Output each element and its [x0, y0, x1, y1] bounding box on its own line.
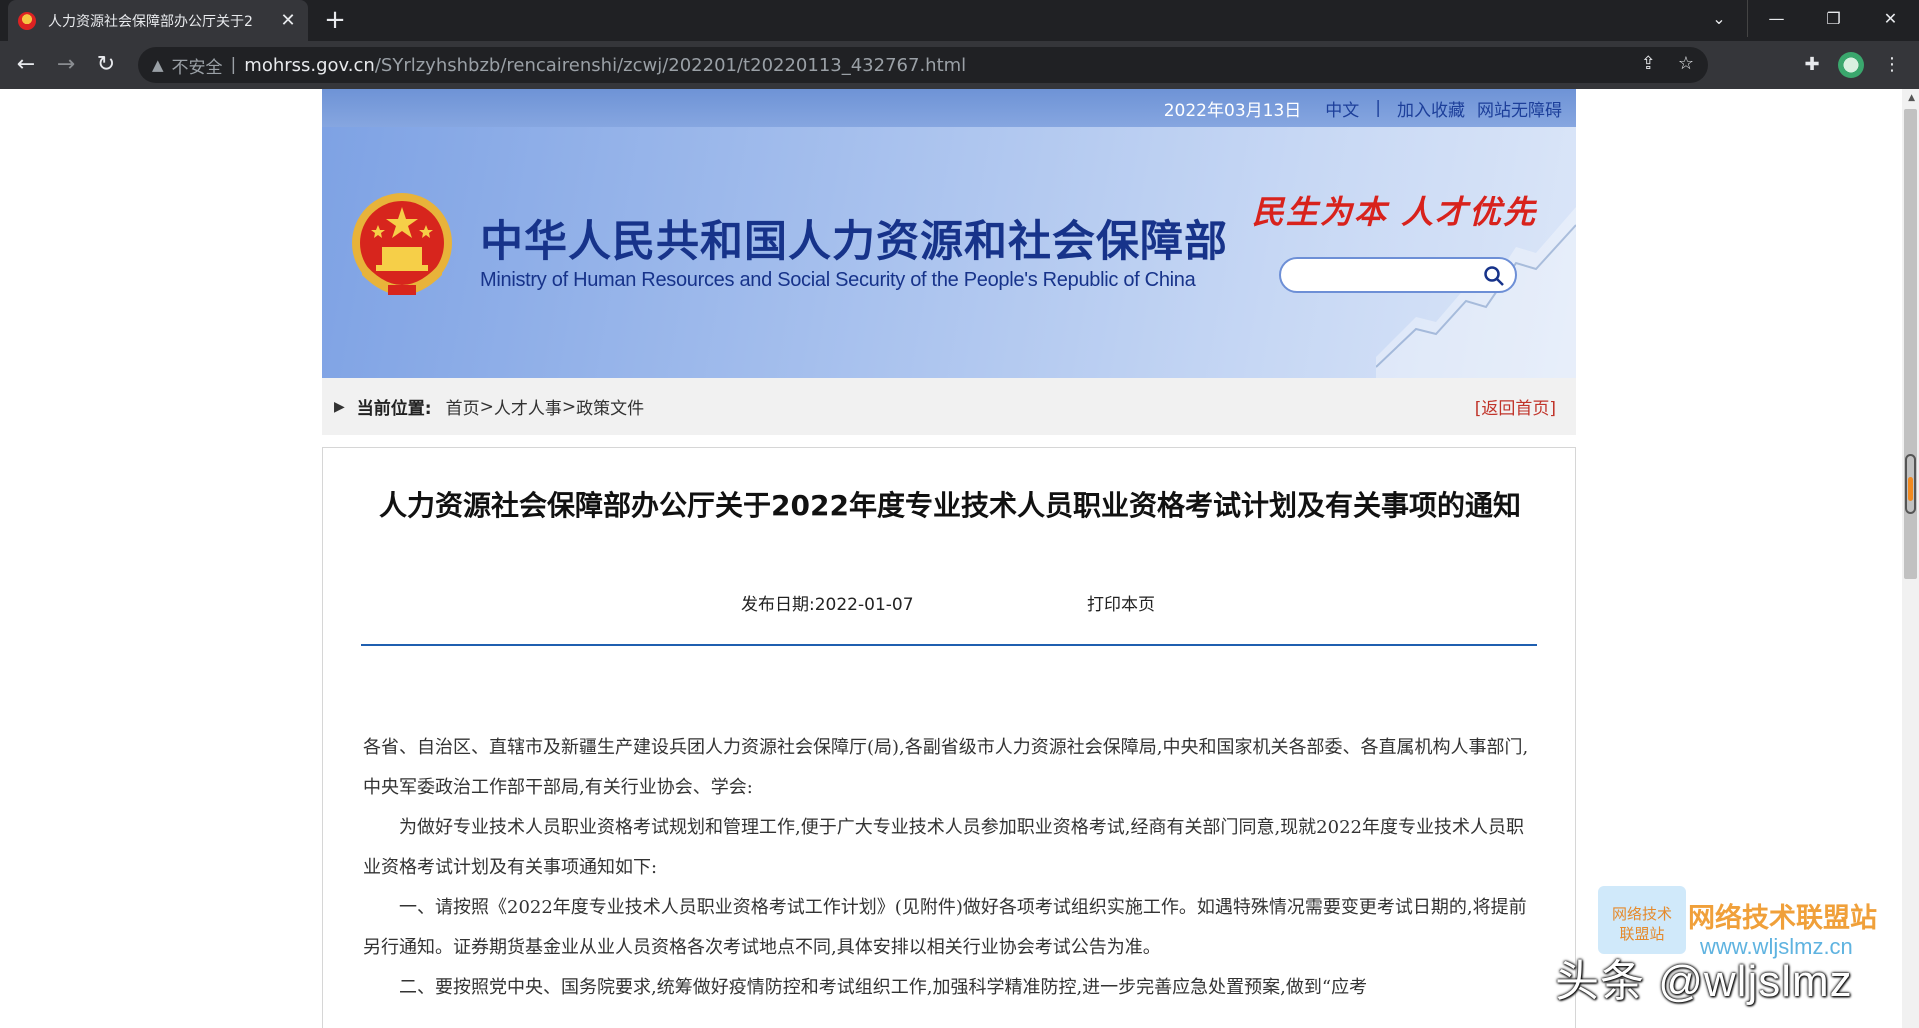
publish-date: 发布日期:2022-01-07 — [741, 595, 914, 615]
watermark-logo: 网络技术联盟站 — [1598, 886, 1686, 954]
header-date: 2022年03月13日 — [1163, 100, 1302, 121]
breadcrumb-sep: > — [479, 396, 494, 417]
minimize-button[interactable]: — — [1748, 0, 1805, 37]
watermark-handle: 头条 @wljslmz — [1555, 957, 1853, 1006]
header-top-bar: 2022年03月13日 中文 | 加入收藏 网站无障碍 — [322, 89, 1576, 127]
scroll-up-arrow-icon[interactable]: ▲ — [1908, 93, 1915, 103]
accessibility-link[interactable]: 网站无障碍 — [1477, 96, 1562, 121]
close-window-button[interactable]: ✕ — [1862, 0, 1919, 37]
add-favorite-link[interactable]: 加入收藏 — [1397, 96, 1465, 121]
site-banner: 中华人民共和国人力资源和社会保障部 Ministry of Human Reso… — [322, 127, 1576, 378]
warning-triangle-icon: ▲ — [152, 56, 164, 74]
breadcrumb-home[interactable]: 首页 — [446, 394, 480, 419]
url-host: mohrss.gov.cn — [244, 54, 375, 76]
browser-toolbar: ← → ↻ ▲ 不安全 | mohrss.gov.cn /SYrlzyhshbz… — [0, 41, 1919, 89]
restore-button[interactable]: ❐ — [1805, 0, 1862, 37]
article-title: 人力资源社会保障部办公厅关于2022年度专业技术人员职业资格考试计划及有关事项的… — [379, 489, 1521, 522]
back-home-link[interactable]: [返回首页] — [1475, 394, 1556, 419]
address-bar[interactable]: ▲ 不安全 | mohrss.gov.cn /SYrlzyhshbzb/renc… — [138, 47, 1708, 83]
bookmark-star-icon[interactable]: ☆ — [1678, 53, 1694, 74]
ministry-name-cn: 中华人民共和国人力资源和社会保障部 — [480, 217, 1228, 267]
article-body: 各省、自治区、直辖市及新疆生产建设兵团人力资源社会保障厅(局),各副省级市人力资… — [363, 728, 1533, 1008]
page-scrollbar[interactable]: ▲ — [1902, 89, 1919, 1028]
menu-dots-icon[interactable]: ⋮ — [1878, 51, 1906, 79]
browser-tab-bar: 人力资源社会保障部办公厅关于2 ✕ + ⌄ — ❐ ✕ — [0, 0, 1919, 41]
article-paragraph: 各省、自治区、直辖市及新疆生产建设兵团人力资源社会保障厅(局),各副省级市人力资… — [363, 737, 1529, 798]
close-tab-icon[interactable]: ✕ — [278, 10, 298, 31]
tab-title: 人力资源社会保障部办公厅关于2 — [48, 13, 253, 30]
article-panel: 人力资源社会保障部办公厅关于2022年度专业技术人员职业资格考试计划及有关事项的… — [322, 447, 1576, 1028]
header-separator: | — [1375, 98, 1381, 118]
article-paragraph: 一、请按照《2022年度专业技术人员职业资格考试工作计划》(见附件)做好各项考试… — [363, 897, 1527, 958]
ministry-name-en: Ministry of Human Resources and Social S… — [480, 269, 1196, 291]
url-path: /SYrlzyhshbzb/rencairenshi/zcwj/202201/t… — [374, 54, 967, 76]
window-controls: ⌄ — ❐ ✕ — [1691, 0, 1919, 41]
omnibox-actions: ⇪ ☆ — [1641, 53, 1694, 74]
article-paragraph: 二、要按照党中央、国务院要求,统筹做好疫情防控和考试组织工作,加强科学精准防控,… — [399, 977, 1368, 998]
site-search-input[interactable] — [1279, 257, 1517, 293]
insecure-label[interactable]: 不安全 — [172, 53, 223, 78]
back-arrow-icon[interactable]: ← — [12, 51, 40, 79]
print-page-link[interactable]: 打印本页 — [1087, 590, 1155, 615]
reload-icon[interactable]: ↻ — [92, 51, 120, 79]
breadcrumb-sep: > — [561, 396, 577, 417]
address-separator: | — [230, 55, 237, 75]
profile-avatar[interactable] — [1838, 52, 1864, 78]
new-tab-button[interactable]: + — [320, 6, 350, 36]
breadcrumb-policy[interactable]: 政策文件 — [576, 394, 644, 419]
search-icon[interactable] — [1483, 265, 1505, 287]
national-emblem-icon — [352, 193, 452, 295]
breadcrumb-label: 当前位置: — [356, 399, 432, 419]
breadcrumb-talent[interactable]: 人才人事 — [494, 394, 562, 419]
article-paragraph: 为做好专业技术人员职业资格考试规划和管理工作,便于广大专业技术人员参加职业资格考… — [363, 817, 1524, 878]
breadcrumb: ▶ 当前位置: 首页 > 人才人事 > 政策文件 [返回首页] — [322, 378, 1576, 435]
breadcrumb-triangle-icon: ▶ — [334, 398, 345, 415]
browser-tab[interactable]: 人力资源社会保障部办公厅关于2 ✕ — [8, 0, 308, 41]
title-divider — [361, 644, 1537, 646]
share-icon[interactable]: ⇪ — [1641, 53, 1656, 74]
tab-search-chevron-icon[interactable]: ⌄ — [1691, 0, 1748, 37]
forward-arrow-icon[interactable]: → — [52, 51, 80, 79]
watermark-title: 网络技术联盟站 — [1688, 903, 1877, 934]
scroll-position-marker-fill — [1908, 477, 1913, 501]
extensions-puzzle-icon[interactable]: ✚ — [1798, 51, 1826, 79]
lang-link[interactable]: 中文 — [1325, 96, 1359, 121]
emblem-favicon-icon — [18, 11, 36, 30]
